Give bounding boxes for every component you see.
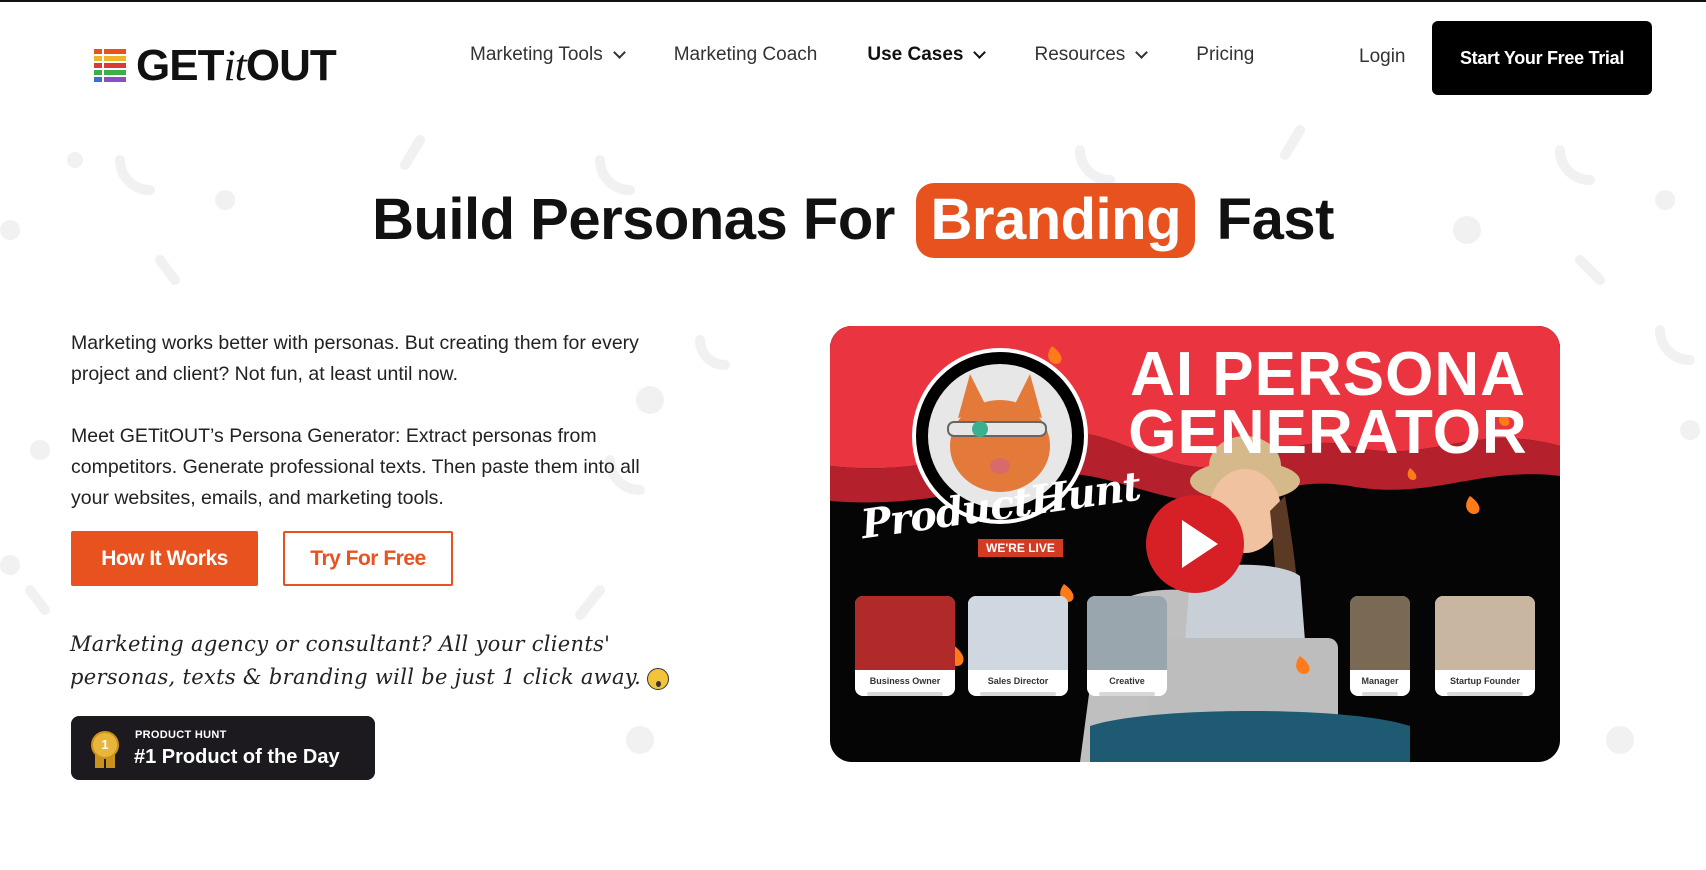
logo[interactable]: GETitOUT bbox=[94, 40, 337, 91]
persona-card-line bbox=[1362, 692, 1398, 696]
exploding-head-emoji-icon bbox=[647, 667, 670, 690]
live-tag: WE'RE LIVE bbox=[978, 539, 1063, 557]
nav-pricing[interactable]: Pricing bbox=[1196, 44, 1254, 66]
persona-card: Business Owner bbox=[855, 596, 955, 696]
persona-card: Manager bbox=[1350, 596, 1410, 696]
persona-photo bbox=[1087, 596, 1167, 670]
hero-title: Build Personas For Branding Fast bbox=[0, 183, 1706, 258]
nav-label: Pricing bbox=[1196, 44, 1255, 65]
persona-card: Creative bbox=[1087, 596, 1167, 696]
agency-note-text: Marketing agency or consultant? All your… bbox=[70, 632, 642, 689]
try-for-free-button[interactable]: Try For Free bbox=[283, 531, 453, 586]
nav-label: Marketing Coach bbox=[673, 44, 818, 65]
nav-marketing-tools[interactable]: Marketing Tools bbox=[470, 44, 626, 66]
login-link[interactable]: Login bbox=[1359, 46, 1406, 68]
persona-card-label: Creative bbox=[1109, 676, 1145, 686]
persona-card-line bbox=[867, 692, 943, 696]
persona-card-label: Sales Director bbox=[987, 676, 1049, 686]
site-header: GETitOUT Marketing Tools Marketing Coach… bbox=[0, 2, 1706, 110]
chevron-down-icon bbox=[973, 45, 987, 59]
nav-label: Resources bbox=[1034, 44, 1126, 65]
persona-card-line bbox=[1447, 692, 1523, 696]
chevron-down-icon bbox=[1135, 45, 1149, 59]
product-hunt-badge[interactable]: 1 PRODUCT HUNT #1 Product of the Day bbox=[71, 716, 375, 780]
persona-card-label: Business Owner bbox=[869, 676, 941, 686]
nav-use-cases[interactable]: Use Cases bbox=[867, 44, 987, 66]
video-title: AI PERSONA GENERATOR bbox=[1098, 340, 1558, 467]
persona-card-line bbox=[1099, 692, 1155, 696]
nav-label: Marketing Tools bbox=[470, 44, 603, 65]
video-title-line-2: GENERATOR bbox=[1128, 398, 1528, 467]
persona-card-line bbox=[980, 692, 1056, 696]
nav-resources[interactable]: Resources bbox=[1034, 44, 1149, 66]
badge-title: #1 Product of the Day bbox=[134, 746, 340, 768]
persona-photo bbox=[968, 596, 1068, 670]
logo-text: GETitOUT bbox=[136, 41, 337, 90]
persona-card: Startup Founder bbox=[1435, 596, 1535, 696]
play-icon[interactable] bbox=[1146, 495, 1244, 593]
persona-photo bbox=[1350, 596, 1410, 670]
start-free-trial-button[interactable]: Start Your Free Trial bbox=[1432, 21, 1652, 95]
title-before: Build Personas For bbox=[372, 187, 895, 252]
nav-marketing-coach[interactable]: Marketing Coach bbox=[674, 44, 818, 66]
persona-card-label: Startup Founder bbox=[1450, 676, 1520, 686]
description-paragraph: Meet GETitOUT’s Persona Generator: Extra… bbox=[71, 425, 640, 509]
agency-note: Marketing agency or consultant? All your… bbox=[70, 628, 670, 694]
title-highlight: Branding bbox=[916, 183, 1196, 258]
striped-square-logo-icon bbox=[94, 48, 126, 82]
title-after: Fast bbox=[1216, 187, 1335, 252]
video-title-line-1: AI PERSONA bbox=[1130, 340, 1526, 409]
video-thumbnail[interactable]: AI PERSONA GENERATOR ProductHunt WE'RE L… bbox=[830, 326, 1560, 762]
main-nav: Marketing Tools Marketing Coach Use Case… bbox=[470, 44, 1304, 66]
medal-icon: 1 bbox=[91, 731, 119, 759]
how-it-works-button[interactable]: How It Works bbox=[71, 531, 258, 586]
persona-photo bbox=[855, 596, 955, 670]
persona-card-label: Manager bbox=[1361, 676, 1399, 686]
intro-paragraph: Marketing works better with personas. Bu… bbox=[71, 332, 639, 385]
chevron-down-icon bbox=[612, 45, 626, 59]
nav-label: Use Cases bbox=[867, 44, 964, 65]
persona-card: Sales Director bbox=[968, 596, 1068, 696]
persona-photo bbox=[1435, 596, 1535, 670]
badge-kicker: PRODUCT HUNT bbox=[135, 729, 227, 741]
